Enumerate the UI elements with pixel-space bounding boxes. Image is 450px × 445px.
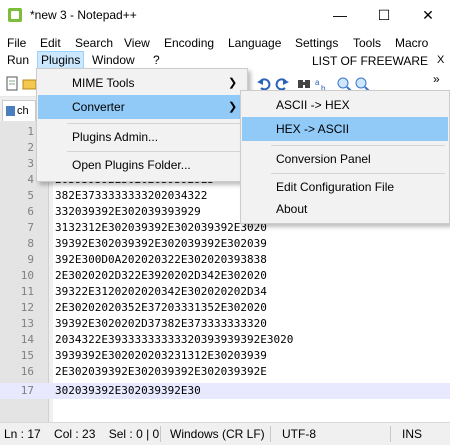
status-separator xyxy=(160,426,161,442)
editor-line: 15 3939392E302020203231312E30203939 xyxy=(20,349,267,362)
menu-help[interactable]: ? xyxy=(150,52,163,68)
menu-settings[interactable]: Settings xyxy=(292,35,341,51)
cursor-position: Ln : 17 Col : 23 Sel : 0 | 0 xyxy=(4,427,160,441)
menu-run[interactable]: Run xyxy=(4,52,32,68)
menu-item-converter[interactable]: Converter ❯ xyxy=(38,95,246,119)
window-title: *new 3 - Notepad++ xyxy=(30,8,137,22)
menu-view[interactable]: View xyxy=(121,35,153,51)
notepadpp-icon xyxy=(8,8,22,22)
editor-line-current: 17 302039392E302039392E30 xyxy=(0,383,450,399)
menu-item-conversion-panel[interactable]: Conversion Panel xyxy=(242,147,448,171)
menu-edit[interactable]: Edit xyxy=(37,35,64,51)
editor-line: 12 2E30202020352E37203331352E302020 xyxy=(20,301,267,314)
svg-text:a: a xyxy=(315,78,320,87)
converter-submenu: ASCII -> HEX HEX -> ASCII Conversion Pan… xyxy=(240,90,450,224)
close-button[interactable]: ✕ xyxy=(406,0,450,30)
menu-separator xyxy=(271,145,445,146)
tab-document[interactable]: ch xyxy=(2,100,36,121)
insert-mode[interactable]: INS xyxy=(402,427,422,441)
menu-item-about[interactable]: About xyxy=(242,197,448,221)
editor-line: 10 2E3020202D322E3920202D342E302020 xyxy=(20,269,267,282)
menu-search[interactable]: Search xyxy=(72,35,116,51)
toolbar-overflow-icon[interactable]: » xyxy=(433,72,440,86)
watermark-text: LIST OF FREEWARE xyxy=(312,54,429,68)
menu-plugins[interactable]: Plugins xyxy=(37,51,85,69)
new-file-icon[interactable] xyxy=(4,76,20,92)
maximize-button[interactable]: ☐ xyxy=(362,0,406,30)
menu-item-ascii-to-hex[interactable]: ASCII -> HEX xyxy=(242,93,448,117)
editor-line: 16 2E302039392E302039392E302039392E xyxy=(20,365,267,378)
menu-item-open-plugins-folder[interactable]: Open Plugins Folder... xyxy=(38,153,246,177)
menu-item-plugins-admin[interactable]: Plugins Admin... xyxy=(38,125,246,149)
menu-separator xyxy=(271,173,445,174)
editor-line: 14 2034322E39333333333320393939392E3020 xyxy=(20,333,294,346)
close-document-button[interactable]: X xyxy=(437,54,444,66)
menu-item-edit-configuration-file[interactable]: Edit Configuration File xyxy=(242,175,448,199)
editor-line: 8 39392E302039392E302039392E302039 xyxy=(27,237,267,250)
document-icon xyxy=(6,106,15,116)
menu-separator xyxy=(67,151,243,152)
menu-window[interactable]: Window xyxy=(89,52,138,68)
menu-file[interactable]: File xyxy=(4,35,29,51)
status-bar: Ln : 17 Col : 23 Sel : 0 | 0 Windows (CR… xyxy=(0,422,450,445)
title-bar: *new 3 - Notepad++ — ☐ ✕ xyxy=(0,0,450,30)
menu-language[interactable]: Language xyxy=(225,35,284,51)
editor-line: 9 392E300D0A202020322E302020393838 xyxy=(27,253,267,266)
menu-macro[interactable]: Macro xyxy=(392,35,431,51)
menu-item-hex-to-ascii[interactable]: HEX -> ASCII xyxy=(242,117,448,141)
editor-line: 13 39392E3020202D37382E373333333320 xyxy=(20,317,267,330)
editor-line: 11 39322E3120202020342E302020202D34 xyxy=(20,285,267,298)
menu-encoding[interactable]: Encoding xyxy=(161,35,217,51)
tab-label: ch xyxy=(17,105,29,117)
menu-tools[interactable]: Tools xyxy=(350,35,384,51)
status-separator xyxy=(270,426,271,442)
menu-item-mime-tools[interactable]: MIME Tools ❯ xyxy=(38,71,246,95)
plugins-menu: MIME Tools ❯ Converter ❯ Plugins Admin..… xyxy=(36,68,248,182)
minimize-button[interactable]: — xyxy=(318,0,362,30)
eol-format[interactable]: Windows (CR LF) xyxy=(170,427,265,441)
encoding-indicator[interactable]: UTF-8 xyxy=(282,427,316,441)
status-separator xyxy=(390,426,391,442)
menu-separator xyxy=(67,123,243,124)
